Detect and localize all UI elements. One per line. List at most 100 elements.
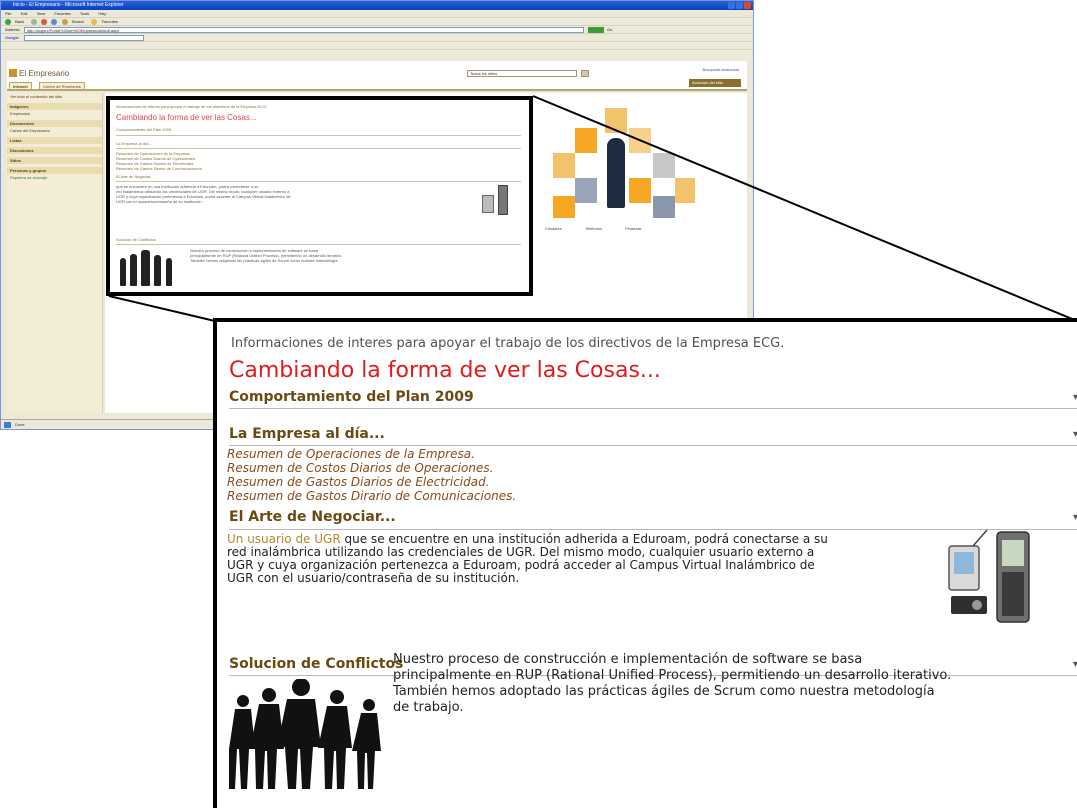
section-divider (229, 445, 1077, 446)
chevron-down-icon[interactable]: ▾ (1073, 512, 1077, 523)
page-title: Cambiando la forma de ver las Cosas... (229, 358, 661, 383)
menu-favorites[interactable]: Favorites (54, 11, 70, 16)
person-head-icon (292, 679, 310, 696)
home-icon[interactable] (61, 18, 68, 25)
forward-icon[interactable] (31, 18, 38, 25)
menu-view[interactable]: View (37, 11, 46, 16)
search-icon[interactable] (581, 70, 589, 77)
window-titlebar: Inicio - El Empresario - Microsoft Inter… (1, 1, 753, 10)
nav-cartas[interactable]: Cartas del Empresario (7, 127, 102, 134)
site-logo-icon (9, 69, 17, 77)
chevron-down-icon[interactable]: ▾ (1073, 429, 1077, 440)
thumb-empresa-heading: La Empresa al día... (116, 141, 152, 146)
back-icon[interactable] (5, 18, 11, 25)
section-heading-arte[interactable]: El Arte de Negociar... (229, 509, 396, 525)
nav-sitios[interactable]: Sitios (7, 157, 102, 164)
nav-imagenes[interactable]: Imágenes (7, 103, 102, 110)
section-heading-plan[interactable]: Comportamiento del Plan 2009 (229, 389, 474, 405)
favorites-icon[interactable] (91, 18, 98, 25)
nav-documentos[interactable]: Documentos (7, 120, 102, 127)
nav-discusiones[interactable]: Discusiones (7, 147, 102, 154)
stop-icon[interactable] (41, 18, 48, 25)
thumb-rule (116, 135, 521, 136)
ie-status-icon (4, 422, 11, 428)
nav-listas[interactable]: Listas (7, 137, 102, 144)
caption-finanzas[interactable]: Finanzas (625, 226, 641, 231)
nav-papelera[interactable]: Papelera de reciclaje (7, 174, 102, 181)
section-heading-empresa[interactable]: La Empresa al día... (229, 426, 385, 442)
arte-paragraph-line: UGR con el usuario/contraseña de su inst… (227, 571, 520, 585)
thumb-phone-icon (498, 185, 508, 215)
refresh-icon[interactable] (51, 18, 58, 25)
thumb-person-icon (130, 254, 137, 286)
menu-bar: File Edit View Favorites Tools Help (1, 10, 753, 18)
caption-telefonos[interactable]: Telefonos (585, 226, 602, 231)
link-resumen-costos[interactable]: Resumen de Costos Diarios de Operaciones… (227, 461, 493, 475)
go-label[interactable]: Go (607, 27, 612, 32)
conflict-line: de trabajo. (393, 700, 464, 715)
thumb-person-icon (166, 258, 172, 286)
person-head-icon (363, 699, 375, 711)
nav-view-all[interactable]: Ver todo el contenido del sitio (7, 93, 102, 100)
conflict-paragraph: Nuestro proceso de construcción e implem… (393, 652, 1077, 716)
menu-file[interactable]: File (5, 11, 11, 16)
search-scope-select[interactable]: Todos los sitios (467, 70, 577, 77)
thumb-arte-heading: El Arte de Negociar... (116, 174, 154, 179)
highlight-frame: Informaciones de interes para apoyar el … (106, 96, 533, 296)
search-button[interactable]: Search (72, 19, 85, 24)
minimize-icon[interactable] (728, 2, 735, 9)
thumb-title: Cambiando la forma de ver las Cosas... (116, 113, 257, 122)
thumb-arte-line: UGR con el usuario/contraseña de su inst… (116, 199, 203, 204)
tab-intranet[interactable]: Intranet (9, 82, 32, 90)
thumb-conflictos-heading: Solucion de Conflictos (116, 237, 156, 242)
site-actions-button[interactable]: Acciones del sitio (689, 79, 741, 87)
window-title: Inicio - El Empresario - Microsoft Inter… (13, 2, 124, 8)
address-bar: Address http://ecgsrv/Portal%20de%20Empr… (1, 26, 753, 34)
left-navigation: Ver todo el contenido del sitio Imágenes… (7, 93, 103, 413)
caption-celulares[interactable]: Celulares (545, 226, 562, 231)
pda-screen (954, 552, 974, 574)
link-resumen-comunicaciones[interactable]: Resumen de Gastos Dirario de Comunicacio… (227, 489, 516, 503)
thumb-person-icon (120, 258, 126, 286)
intro-text: Informaciones de interes para apoyar el … (231, 336, 785, 351)
browser-toolbar: Back Search Favorites (1, 18, 753, 26)
advanced-search-link[interactable]: Búsqueda avanzada (703, 67, 739, 72)
mobile-screen (1002, 540, 1024, 566)
section-heading-conflictos[interactable]: Solucion de Conflictos (229, 656, 403, 672)
person-silhouette-icon (318, 706, 352, 789)
thumb-rule (116, 244, 521, 245)
link-resumen-electricidad[interactable]: Resumen de Gastos Diarios de Electricida… (227, 475, 490, 489)
nav-empleados[interactable]: Empleados (7, 110, 102, 117)
conflict-line: principalmente en RUP (Rational Unified … (393, 668, 952, 683)
phones-image (948, 529, 1030, 623)
conflict-line: Nuestro proceso de construcción e implem… (393, 652, 863, 667)
menu-tools[interactable]: Tools (80, 11, 89, 16)
hero-image (545, 108, 695, 218)
google-search-input[interactable] (23, 34, 144, 41)
maximize-icon[interactable] (736, 2, 743, 9)
address-label: Address (5, 27, 20, 32)
google-toolbar: Google (1, 34, 753, 42)
nav-personas[interactable]: Personas y grupos (7, 167, 102, 174)
stylus-icon (972, 529, 988, 547)
menu-help[interactable]: Help (98, 11, 106, 16)
thumb-intro: Informaciones de interes para apoyar el … (116, 104, 268, 109)
back-button[interactable]: Back (15, 19, 24, 24)
thumb-rule (116, 148, 521, 149)
address-input[interactable]: http://ecgsrv/Portal%20de%20Empresa/defa… (23, 26, 584, 33)
chevron-down-icon[interactable]: ▾ (1073, 392, 1077, 403)
mobile-keypad (1002, 572, 1024, 616)
camera-lens-icon (972, 600, 982, 610)
hero-captions: Celulares Telefonos Finanzas (545, 226, 705, 231)
ugr-link[interactable]: Un usuario de UGR (227, 532, 341, 546)
close-icon[interactable] (744, 2, 751, 9)
link-resumen-operaciones[interactable]: Resumen de Operaciones de la Empresa. (227, 447, 475, 461)
site-title[interactable]: El Empresario (19, 69, 69, 78)
go-button[interactable] (587, 26, 604, 33)
menu-edit[interactable]: Edit (21, 11, 28, 16)
person-head-icon (330, 690, 344, 704)
favorites-button[interactable]: Favorites (102, 19, 118, 24)
arte-text: que se encuentre en una institución adhe… (344, 532, 828, 546)
person-head-icon (237, 695, 249, 707)
tab-centro-reuniones[interactable]: Centro de Reuniones (39, 82, 85, 90)
